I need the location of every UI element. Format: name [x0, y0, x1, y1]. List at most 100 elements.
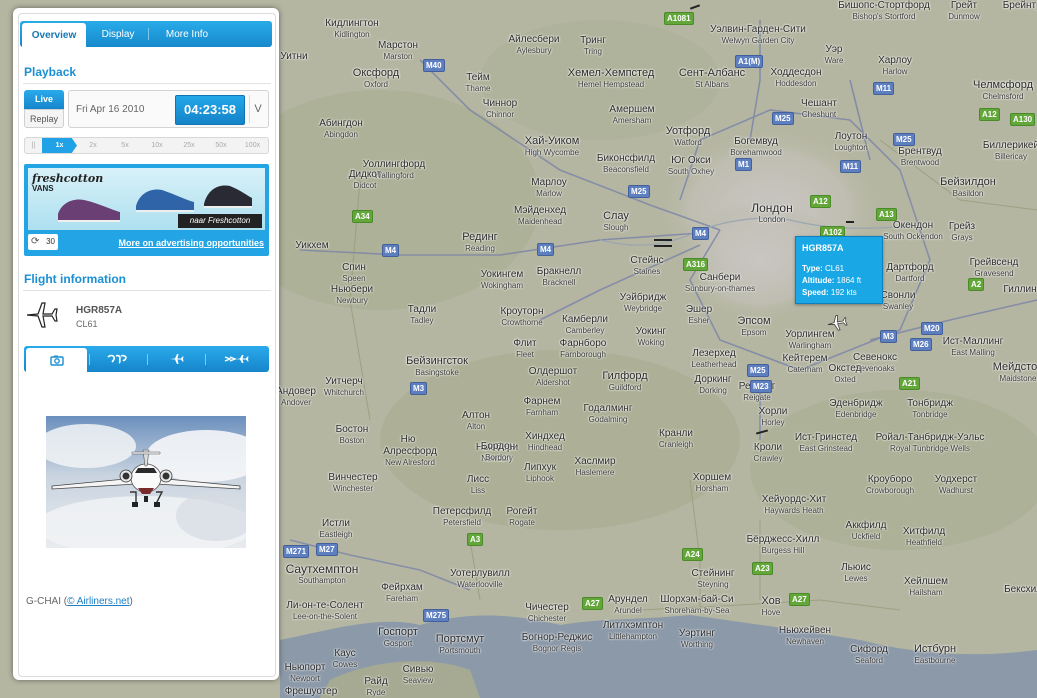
city-label: Тадли Tadley — [407, 304, 437, 325]
popup-callsign: HGR857A — [802, 243, 844, 253]
city-label: Челмсфорд Chelmsford — [972, 79, 1034, 102]
city-label: Грейт Dunmow — [948, 0, 980, 21]
road-shield: M271 — [283, 545, 310, 558]
speed-2x[interactable]: 2x — [77, 138, 109, 153]
city-label: Кейтерем Caterham — [782, 353, 828, 374]
credit-paren-close: ) — [129, 596, 133, 607]
city-label: Санбери Sunbury-on-thames — [684, 272, 756, 293]
speed-5x[interactable]: 5x — [109, 138, 141, 153]
city-label: Харлоу Harlow — [878, 55, 912, 76]
popup-altitude-row: Altitude: 1864 ft — [802, 276, 861, 285]
city-label: Сифорд Seaford — [850, 644, 888, 665]
city-label: Чичестер Chichester — [525, 602, 569, 623]
speed-50x[interactable]: 50x — [205, 138, 237, 153]
flight-popup[interactable]: HGR857A Type: CL61 Altitude: 1864 ft Spe… — [795, 236, 883, 304]
city-label: Бишопс-Стортфорд Bishop's Stortford — [838, 0, 930, 21]
city-label: Мэйденхед Maidenhead — [513, 205, 567, 226]
city-label: Свонли Swanley — [880, 290, 916, 311]
refresh-icon: ⟳ — [31, 236, 40, 247]
city-label: Бейзингсток Basingstoke — [406, 355, 468, 378]
city-label: Бордон Bordon — [480, 441, 516, 462]
flight-info-title: Flight information — [24, 272, 126, 286]
city-label: Уикхем — [295, 240, 329, 251]
photo-credit: G-CHAI (© Airliners.net) — [26, 596, 133, 607]
camera-icon[interactable] — [26, 348, 87, 372]
tab-more-info[interactable]: More Info — [154, 21, 220, 47]
city-label: Хиндхед Hindhead — [525, 431, 565, 452]
city-label: Уэр Ware — [824, 44, 844, 65]
city-label: Кроуторн Crowthorne — [500, 306, 544, 327]
road-shield: M3 — [410, 382, 428, 395]
city-label: Флит Fleet — [513, 338, 537, 359]
tab-overview[interactable]: Overview — [22, 23, 86, 47]
advertisement[interactable]: freshcotton VANS naar Freshcotton ⟳ 30 M… — [24, 164, 269, 256]
road-shield: A23 — [752, 562, 773, 575]
road-shield: A1(M) — [735, 55, 764, 68]
time-display[interactable]: 04:23:58 — [175, 95, 245, 125]
road-shield: M25 — [772, 112, 794, 125]
city-label: Бракнелл Bracknell — [536, 266, 582, 287]
aircraft-trail — [846, 221, 854, 223]
city-label: Эденбридж Edenbridge — [829, 398, 883, 419]
tab-display[interactable]: Display — [92, 21, 144, 47]
road-shield: A316 — [683, 258, 709, 271]
road-shield: M26 — [910, 338, 932, 351]
road-shield: M25 — [893, 133, 915, 146]
ad-refresh-counter[interactable]: ⟳ 30 — [28, 234, 58, 250]
city-label: Андовер Andover — [276, 386, 316, 407]
speed-25x[interactable]: 25x — [173, 138, 205, 153]
speed-100x[interactable]: 100x — [237, 138, 268, 153]
road-shield: A24 — [682, 548, 703, 561]
divider — [23, 290, 271, 291]
road-shield: A3 — [467, 533, 484, 546]
city-label: Кранли Cranleigh — [658, 428, 694, 449]
city-label: Саутхемптон Southampton — [285, 562, 359, 585]
info-panel: Overview Display More Info Playback Live… — [13, 8, 279, 680]
city-label: Кидлингтон Kidlington — [325, 18, 379, 39]
pause-button[interactable]: || — [25, 138, 42, 153]
road-shield: M23 — [750, 380, 772, 393]
flight-callsign: HGR857A — [76, 305, 123, 316]
city-label: Сент-Албанс St Albans — [678, 67, 746, 90]
city-label: Тонбридж Tonbridge — [907, 398, 953, 419]
popup-altitude-value: 1864 ft — [836, 276, 862, 285]
date-time-field[interactable]: Fri Apr 16 2010 04:23:58 V — [68, 90, 269, 128]
city-label: Фейрхам Fareham — [381, 582, 423, 603]
world-map-icon[interactable] — [86, 346, 147, 372]
photo-tabs — [24, 346, 269, 372]
city-label: Хай-Уиком High Wycombe — [524, 135, 580, 158]
city-label: Петерсфилд Petersfield — [432, 506, 492, 527]
popup-type-row: Type: CL61 — [802, 264, 844, 273]
city-label: Брентвуд Brentwood — [898, 146, 942, 167]
city-label: Марстон Marston — [377, 40, 419, 61]
live-button[interactable]: Live — [24, 90, 64, 109]
advertising-link[interactable]: More on advertising opportunities — [118, 238, 264, 248]
speed-1x[interactable]: 1x — [42, 138, 77, 153]
road-shield: M4 — [692, 227, 710, 240]
city-label: Дидкот Didcot — [348, 169, 382, 190]
ad-image[interactable]: freshcotton VANS naar Freshcotton — [28, 168, 265, 230]
city-label: Хитфилд Heathfield — [902, 526, 946, 547]
speed-10x[interactable]: 10x — [141, 138, 173, 153]
chevron-down-icon[interactable]: V — [249, 95, 266, 123]
aircraft-photo[interactable] — [46, 416, 246, 548]
city-label: Уитни — [280, 51, 308, 62]
city-label: Грейз Grays — [948, 221, 976, 242]
selected-aircraft-icon[interactable] — [826, 312, 848, 334]
plane-tab-icon[interactable] — [146, 346, 207, 372]
city-label: Уокинг Woking — [635, 326, 667, 347]
city-label: Слау Slough — [603, 210, 629, 233]
ad-counter-value: 30 — [46, 237, 55, 246]
replay-button[interactable]: Replay — [24, 109, 64, 128]
city-label: Ходдесдон Hoddesdon — [770, 67, 822, 88]
city-label: Чиннор Chinnor — [482, 98, 518, 119]
city-label: Тринг Tring — [580, 35, 606, 56]
runway-marker — [654, 239, 672, 241]
city-label: Грейвсенд Gravesend — [969, 257, 1019, 278]
airliners-link[interactable]: © Airliners.net — [67, 596, 129, 607]
city-label: Винчестер Winchester — [328, 472, 378, 493]
fast-forward-plane-icon[interactable] — [206, 346, 267, 372]
popup-speed-row: Speed: 192 kts — [802, 288, 857, 297]
road-shield: A130 — [1010, 113, 1036, 126]
city-label: Хорли Horley — [758, 406, 788, 427]
